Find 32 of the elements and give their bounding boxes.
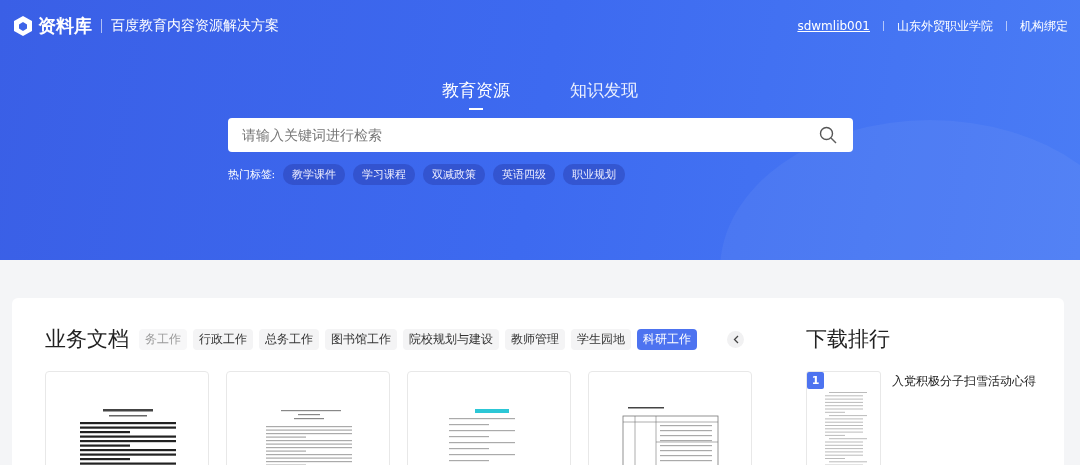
hot-tag[interactable]: 英语四级: [493, 164, 556, 185]
category-tab[interactable]: 行政工作: [193, 328, 253, 350]
hot-tag[interactable]: 教学课件: [283, 164, 346, 185]
category-tab[interactable]: 图书馆工作: [325, 328, 397, 350]
ranking-item-title[interactable]: 入党积极分子扫雪活动心得: [892, 373, 1036, 465]
category-tab[interactable]: 科研工作: [637, 328, 697, 350]
category-tab[interactable]: 院校规划与建设: [403, 328, 499, 350]
search-tab[interactable]: 知识发现: [564, 78, 644, 110]
search-field[interactable]: 请输入关键词进行检索: [227, 118, 853, 152]
username-link[interactable]: sdwmlib001: [797, 19, 870, 33]
hot-tag[interactable]: 学习课程: [353, 164, 416, 185]
search-tab[interactable]: 教育资源: [436, 78, 516, 110]
chevron-left-icon: [732, 334, 739, 344]
hot-tags-label: 热门标签:: [227, 167, 276, 182]
rank-badge: 1: [807, 372, 824, 389]
logo-icon: [12, 15, 34, 37]
document-card[interactable]: [45, 371, 209, 465]
section-title: 业务文档: [45, 326, 129, 353]
document-thumbnail[interactable]: 1: [806, 371, 881, 465]
ranking-title: 下载排行: [806, 326, 891, 353]
search-field[interactable]: 请输入关键词进行检索: [239, 126, 819, 144]
category-tab[interactable]: 总务工作: [259, 328, 319, 350]
logo-text: 资料库: [38, 14, 92, 38]
search-icon[interactable]: [818, 126, 837, 144]
category-tab[interactable]: 教师管理: [505, 328, 565, 350]
hot-tag[interactable]: 职业规划: [563, 164, 626, 185]
previous-button[interactable]: [727, 330, 744, 348]
tagline: 百度教育内容资源解决方案: [111, 17, 279, 35]
category-tab[interactable]: 学生园地: [571, 328, 631, 350]
school-link[interactable]: 山东外贸职业学院: [897, 17, 993, 35]
hot-tag[interactable]: 双减政策: [423, 164, 486, 185]
bind-link[interactable]: 机构绑定: [1020, 17, 1068, 35]
